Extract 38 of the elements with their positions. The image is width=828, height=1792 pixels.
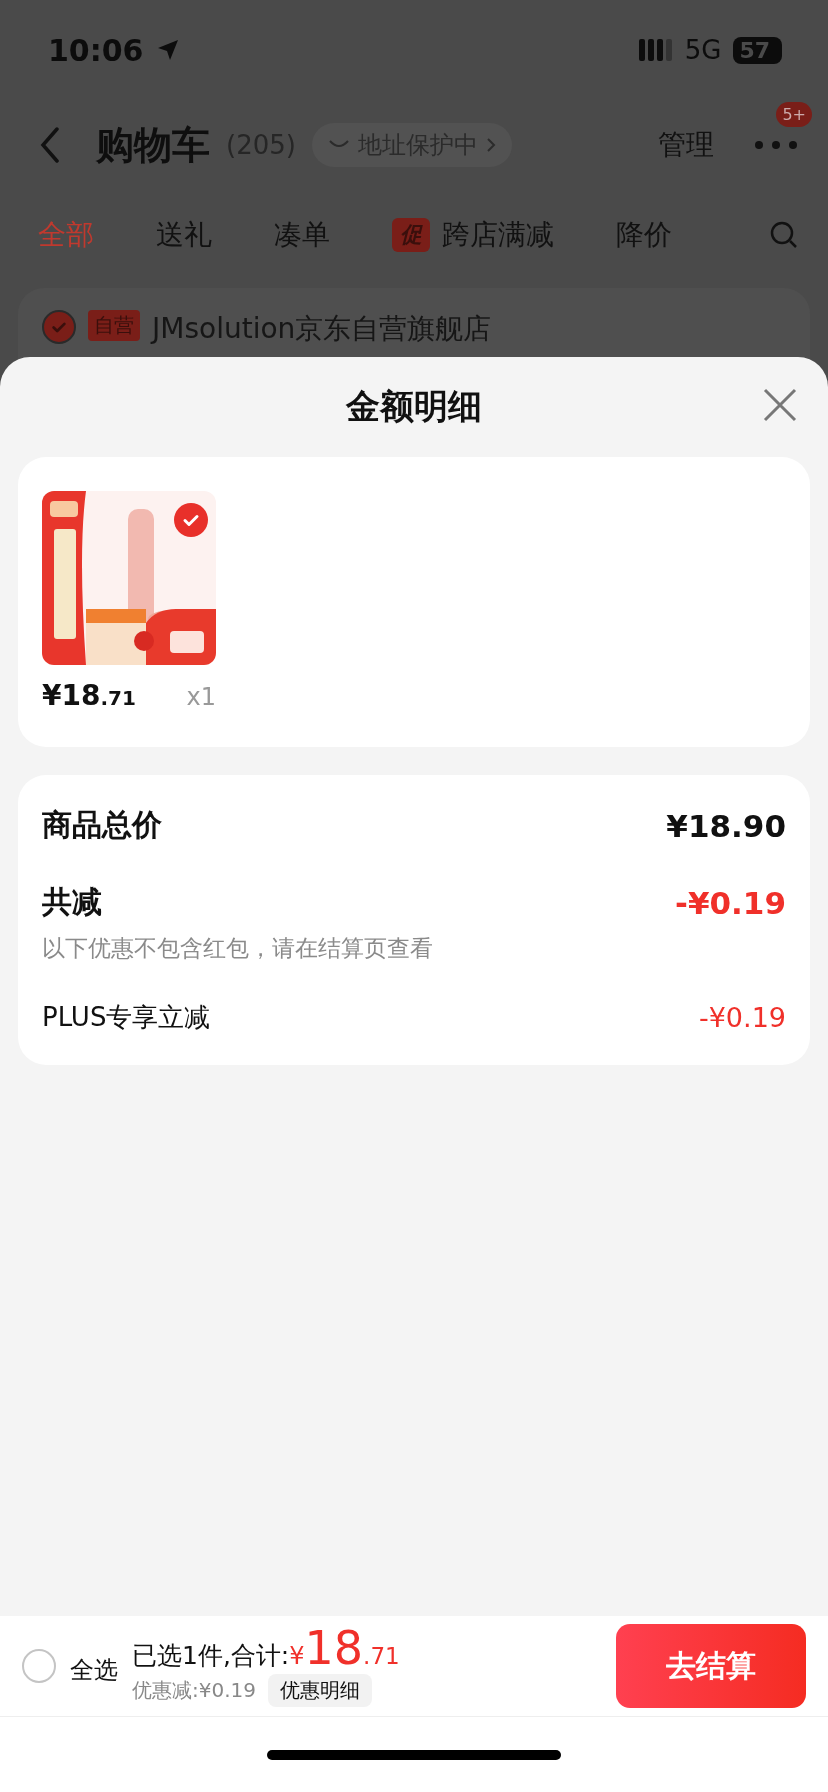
product-quantity: x1	[186, 683, 216, 711]
signal-icon	[638, 39, 673, 61]
select-all-label[interactable]: 全选	[70, 1654, 118, 1686]
chevron-icon	[485, 137, 496, 153]
page-title: 购物车	[96, 121, 210, 169]
notification-badge: 5+	[776, 102, 812, 127]
summary-label: 共减	[42, 883, 102, 921]
summary-value: -¥0.19	[698, 1002, 786, 1033]
tab-label: 跨店满减	[442, 217, 554, 253]
search-icon[interactable]	[770, 221, 798, 249]
self-operated-tag: 自营	[88, 310, 140, 341]
store-name[interactable]: JMsolution京东自营旗舰店	[152, 310, 492, 348]
summary-value: -¥0.19	[675, 884, 786, 921]
filter-tab[interactable]: 凑单	[274, 216, 330, 254]
filter-tab[interactable]: 送礼	[156, 216, 212, 254]
network-label: 5G	[684, 35, 722, 65]
more-icon[interactable]	[754, 140, 798, 150]
store-checkbox[interactable]	[42, 310, 76, 344]
promo-tag: 促	[392, 218, 430, 252]
status-time: 10:06	[48, 32, 144, 68]
checkout-button[interactable]: 去结算	[616, 1624, 806, 1708]
summary-label: PLUS专享立减	[42, 1001, 211, 1034]
product-price: ¥18.71	[42, 679, 136, 712]
summary-value: ¥18.90	[666, 807, 786, 844]
battery-icon: 57	[733, 36, 782, 64]
summary-label: 商品总价	[42, 806, 162, 844]
discount-detail-button[interactable]: 优惠明细	[268, 1674, 372, 1707]
summary-note: 以下优惠不包含红包，请在结算页查看	[42, 934, 434, 963]
sheet-title: 金额明细	[346, 385, 482, 428]
filter-tab[interactable]: 降价	[616, 216, 672, 254]
filter-tab[interactable]: 促 跨店满减	[392, 216, 554, 254]
discount-text: 优惠减:¥0.19	[132, 1677, 256, 1704]
selected-total: 已选1件,合计:¥18.71	[132, 1625, 400, 1672]
manage-link[interactable]: 管理	[658, 126, 714, 164]
close-button[interactable]	[762, 387, 798, 423]
back-icon[interactable]	[40, 127, 60, 163]
filter-tab[interactable]: 全部	[38, 216, 94, 254]
select-all-radio[interactable]	[22, 1649, 56, 1683]
